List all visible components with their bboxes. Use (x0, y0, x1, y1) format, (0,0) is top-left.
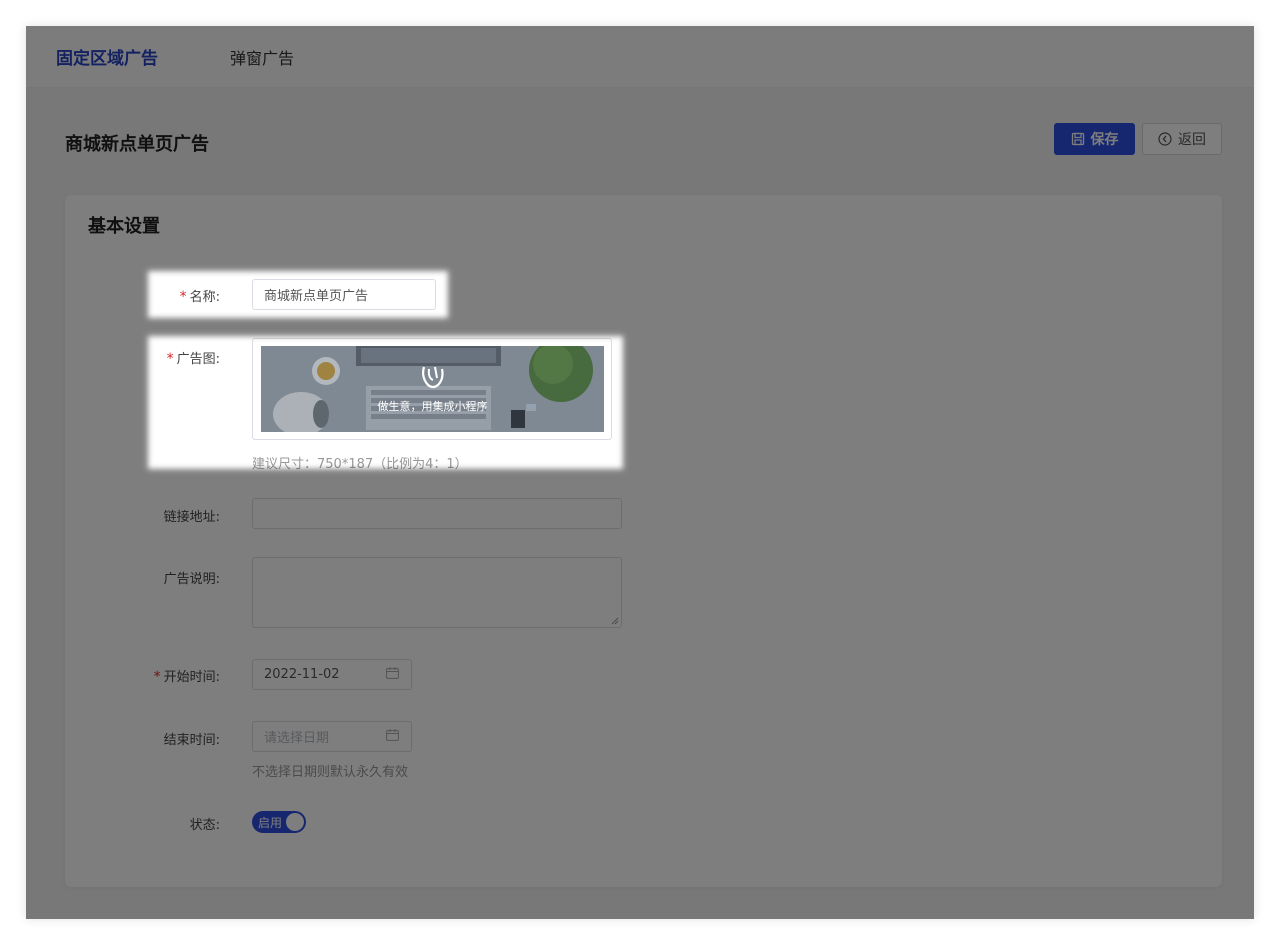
back-label: 返回 (1178, 132, 1206, 148)
banner-slogan: 做生意，用集成小程序 (377, 400, 488, 413)
end-time-label: 结束时间: (163, 733, 220, 748)
resize-grip-icon[interactable] (611, 617, 619, 625)
description-textarea[interactable] (252, 557, 622, 628)
tab-popup-ad[interactable]: 弹窗广告 (230, 45, 294, 69)
tab-fixed-area-ad[interactable]: 固定区域广告 (56, 44, 158, 69)
end-time-hint: 不选择日期则默认永久有效 (252, 765, 409, 780)
save-label: 保存 (1090, 132, 1119, 148)
required-mark: * (179, 289, 187, 305)
start-date-picker[interactable]: 2022-11-02 (252, 659, 412, 690)
start-date-value: 2022-11-02 (264, 667, 340, 682)
ad-banner-image: 做生意，用集成小程序 (261, 346, 604, 432)
calendar-icon[interactable] (386, 666, 399, 683)
tab-bar: 固定区域广告 弹窗广告 (26, 26, 1254, 88)
card-title: 基本设置 (88, 216, 160, 237)
end-date-placeholder: 请选择日期 (264, 731, 330, 746)
toggle-knob (286, 813, 304, 831)
link-input[interactable] (252, 498, 622, 529)
basic-settings-card: 基本设置 * 名称: 商城新点单页广告 * 广告图: 做生意，用集成小程序 建议… (65, 195, 1222, 887)
name-label: * 名称: (179, 289, 220, 305)
ad-image-hint: 建议尺寸：750*187（比例为4：1） (252, 457, 468, 472)
page-title: 商城新点单页广告 (65, 134, 209, 155)
ad-image-upload[interactable]: 做生意，用集成小程序 (252, 338, 612, 440)
brand-logo-icon (420, 365, 446, 393)
status-label: 状态: (189, 818, 220, 833)
status-toggle-text: 启用 (258, 816, 283, 830)
link-label: 链接地址: (163, 510, 220, 525)
app-window: 固定区域广告 弹窗广告 商城新点单页广告 保存 返回 基本设置 * 名称: 商城新… (26, 26, 1254, 919)
end-date-picker[interactable]: 请选择日期 (252, 721, 412, 752)
required-mark: * (153, 669, 161, 685)
required-mark: * (166, 351, 174, 367)
status-toggle[interactable]: 启用 (252, 811, 306, 833)
save-button[interactable]: 保存 (1054, 123, 1135, 155)
ad-image-label: * 广告图: (166, 351, 220, 367)
save-icon (1071, 132, 1085, 146)
name-input[interactable]: 商城新点单页广告 (252, 279, 436, 310)
calendar-icon[interactable] (386, 728, 399, 745)
start-time-label: * 开始时间: (153, 669, 220, 685)
description-label: 广告说明: (163, 572, 220, 587)
back-circle-icon (1158, 132, 1172, 146)
back-button[interactable]: 返回 (1142, 123, 1222, 155)
